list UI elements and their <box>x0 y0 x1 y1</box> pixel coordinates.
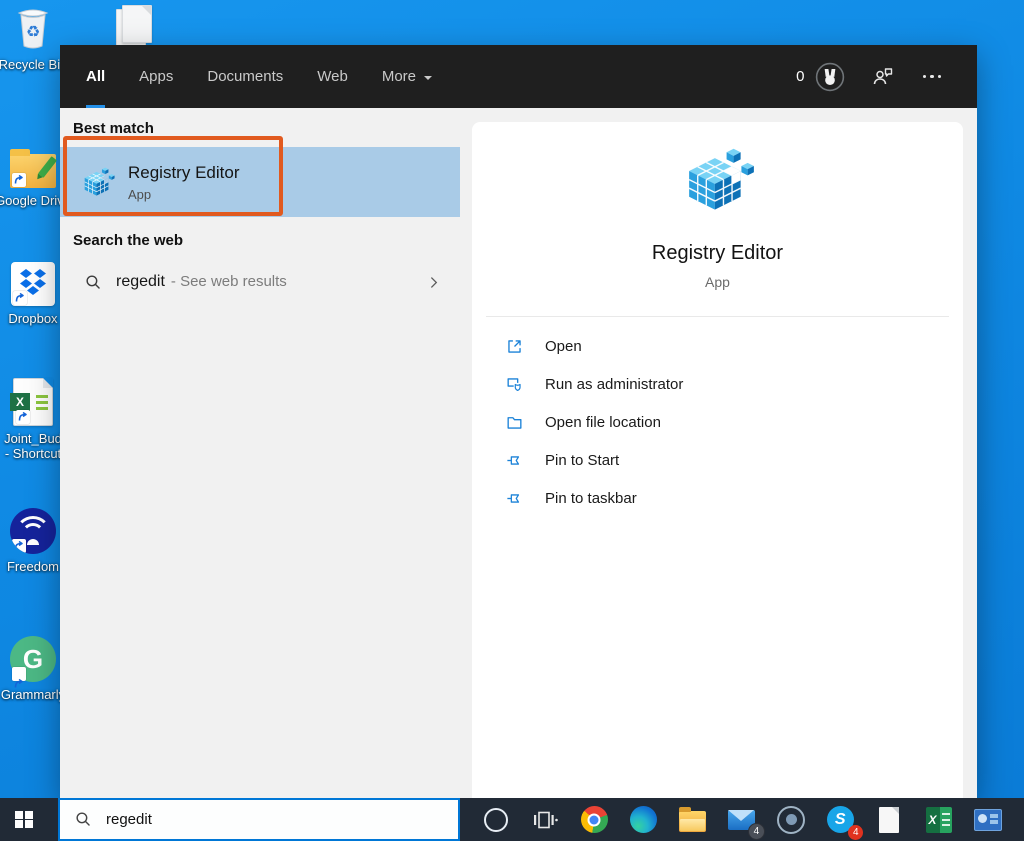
desktop-icon-documents[interactable] <box>98 3 170 47</box>
desktop-icon-dropbox[interactable]: Dropbox <box>0 262 69 326</box>
circle-dot-icon <box>777 806 805 834</box>
web-suffix: - See web results <box>171 273 287 290</box>
dropbox-icon <box>11 262 55 306</box>
chrome-icon <box>581 806 608 833</box>
shortcut-arrow-icon <box>16 410 30 424</box>
start-button[interactable] <box>0 798 48 841</box>
skype-button[interactable]: S 4 <box>823 803 857 837</box>
shortcut-arrow-icon <box>13 291 27 305</box>
mail-badge: 4 <box>748 823 765 840</box>
google-folder-icon <box>10 154 56 188</box>
edge-icon <box>630 806 657 833</box>
result-title: Registry Editor <box>128 163 239 183</box>
recorder-button[interactable] <box>774 803 808 837</box>
windows-logo-icon <box>15 811 33 829</box>
registry-editor-icon <box>80 165 116 199</box>
admin-shield-icon <box>505 375 524 394</box>
skype-badge: 4 <box>848 825 863 840</box>
desktop-icon-grammarly[interactable]: G Grammarly <box>0 636 69 702</box>
tab-documents[interactable]: Documents <box>207 45 283 108</box>
preview-title: Registry Editor <box>652 242 783 265</box>
shortcut-arrow-icon <box>12 667 26 681</box>
web-query: regedit <box>116 273 165 290</box>
system-app-button[interactable] <box>971 803 1005 837</box>
excel-button[interactable]: X <box>922 803 956 837</box>
more-options-icon[interactable] <box>921 69 944 85</box>
search-filter-header: All Apps Documents Web More 0 <box>60 45 977 108</box>
best-match-heading: Best match <box>73 108 460 137</box>
excel-icon: X <box>926 807 952 833</box>
divider <box>486 316 949 317</box>
chevron-right-icon[interactable] <box>425 274 442 291</box>
tab-web[interactable]: Web <box>317 45 348 108</box>
search-query-text: regedit <box>106 811 152 828</box>
desktop-icon-freedom[interactable]: Freedom <box>0 508 69 574</box>
tab-more[interactable]: More <box>382 45 432 108</box>
medal-icon <box>815 62 845 92</box>
shortcut-arrow-icon <box>12 539 26 553</box>
tab-apps[interactable]: Apps <box>139 45 173 108</box>
task-view-button[interactable] <box>528 803 562 837</box>
preview-subtitle: App <box>705 274 730 290</box>
open-icon <box>505 337 524 356</box>
search-flyout-panel: All Apps Documents Web More 0 <box>60 45 977 798</box>
svg-text:♻: ♻ <box>26 24 40 41</box>
grammarly-icon: G <box>10 636 56 682</box>
feedback-icon[interactable] <box>871 65 895 89</box>
document-icon <box>879 807 899 833</box>
notepad-button[interactable] <box>872 803 906 837</box>
preview-pane: Registry Editor App Open <box>460 108 977 798</box>
edge-button[interactable] <box>627 803 661 837</box>
folder-location-icon <box>505 413 524 432</box>
search-icon <box>84 273 103 292</box>
freedom-icon <box>10 508 56 554</box>
mail-button[interactable]: 4 <box>725 803 759 837</box>
registry-editor-icon-large <box>679 144 757 216</box>
desktop: ♻ Recycle Bin Google Drive Dr <box>0 0 1024 841</box>
chevron-down-icon <box>424 76 432 84</box>
task-view-icon <box>532 809 558 831</box>
desktop-icon-google-drive[interactable]: Google Drive <box>0 146 69 208</box>
context-actions: Open Run as administrator <box>472 327 963 517</box>
action-pin-to-taskbar[interactable]: Pin to taskbar <box>472 479 963 517</box>
file-explorer-button[interactable] <box>676 803 710 837</box>
preview-card: Registry Editor App Open <box>472 122 963 798</box>
taskbar: regedit 4 S 4 <box>0 798 1024 841</box>
taskbar-icons: 4 S 4 X <box>460 798 1024 841</box>
desktop-icon-label: Joint_Bud - Shortcut <box>4 431 62 461</box>
best-match-result[interactable]: Registry Editor App <box>60 147 460 217</box>
shortcut-arrow-icon <box>12 173 26 187</box>
tab-all[interactable]: All <box>86 45 105 108</box>
filter-tabs: All Apps Documents Web More <box>60 45 432 108</box>
web-search-result[interactable]: regedit - See web results <box>60 259 460 305</box>
desktop-icon-recycle-bin[interactable]: ♻ Recycle Bin <box>0 2 69 72</box>
action-pin-to-start[interactable]: Pin to Start <box>472 441 963 479</box>
desktop-icon-label: Recycle Bin <box>0 57 67 72</box>
pin-icon <box>505 451 524 470</box>
action-open-file-location[interactable]: Open file location <box>472 403 963 441</box>
search-icon <box>74 810 93 829</box>
chrome-button[interactable] <box>577 803 611 837</box>
cortana-icon <box>484 808 508 832</box>
desktop-icon-label: Freedom <box>7 559 59 574</box>
search-results-column: Best match Registry Editor App Search th… <box>60 108 460 798</box>
action-run-as-administrator[interactable]: Run as administrator <box>472 365 963 403</box>
desktop-icon-label: Grammarly <box>1 687 65 702</box>
search-web-heading: Search the web <box>73 217 460 249</box>
desktop-icon-label: Dropbox <box>8 311 57 326</box>
pin-icon <box>505 489 524 508</box>
recycle-bin-icon: ♻ <box>9 2 57 52</box>
result-subtitle: App <box>128 187 239 202</box>
file-explorer-icon <box>679 811 706 832</box>
desktop-icon-excel-shortcut[interactable]: X Joint_Bud - Shortcut <box>0 378 69 461</box>
action-open[interactable]: Open <box>472 327 963 365</box>
documents-stack-icon <box>112 3 156 47</box>
rewards-count: 0 <box>796 68 804 85</box>
excel-file-icon: X <box>13 378 53 426</box>
cortana-button[interactable] <box>479 803 513 837</box>
rewards-button[interactable]: 0 <box>796 62 844 92</box>
taskbar-search-input[interactable]: regedit <box>58 798 460 841</box>
app-window-icon <box>974 809 1002 831</box>
